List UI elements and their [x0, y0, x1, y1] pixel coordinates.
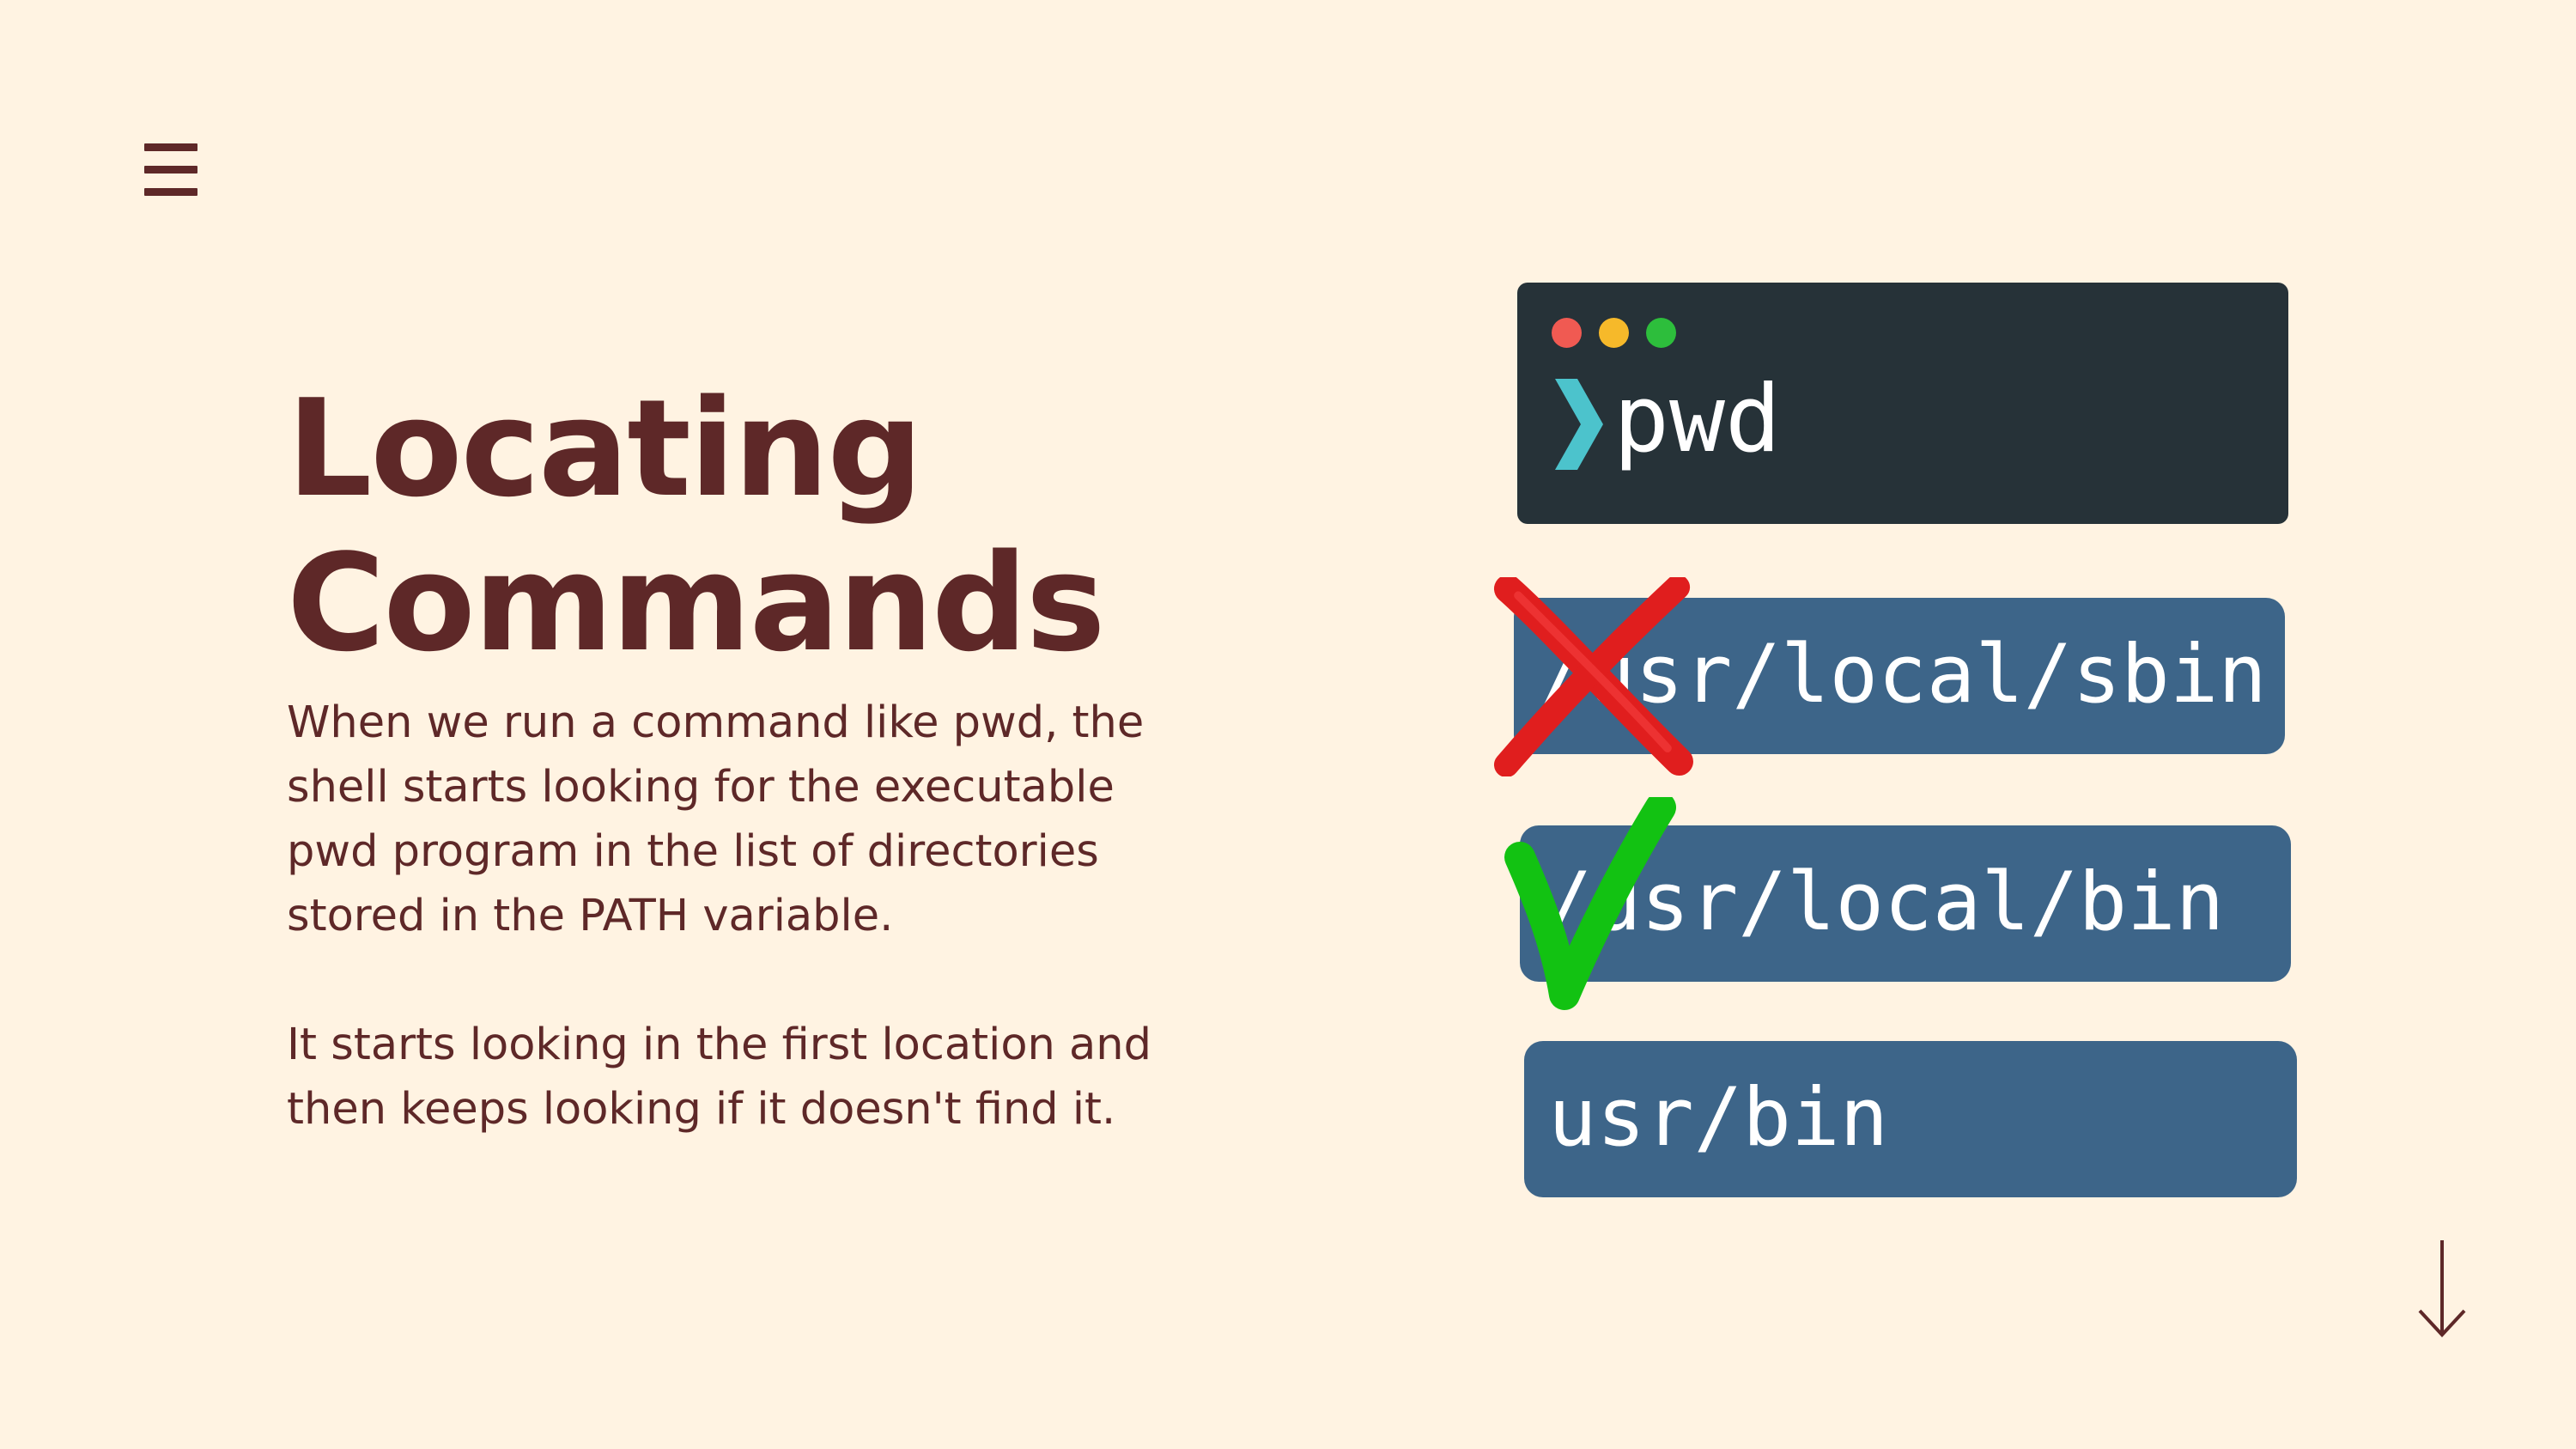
- window-minimize-dot-icon: [1599, 318, 1629, 348]
- body-paragraph-1: When we run a command like pwd, the shel…: [287, 697, 1145, 941]
- path-entry-usr-bin: usr/bin: [1524, 1041, 2297, 1197]
- slide-title: Locating Commands: [287, 370, 1106, 681]
- hamburger-menu-icon[interactable]: [144, 142, 197, 198]
- green-check-icon: [1504, 797, 1676, 1010]
- terminal-command: pwd: [1613, 366, 1782, 473]
- body-paragraph-2: It starts looking in the first location …: [287, 1020, 1152, 1135]
- slide-body-text: When we run a command like pwd, the shel…: [287, 691, 1197, 1142]
- window-close-dot-icon: [1552, 318, 1582, 348]
- path-entry-label: usr/bin: [1548, 1071, 1889, 1165]
- window-maximize-dot-icon: [1646, 318, 1676, 348]
- terminal-window: pwd: [1517, 283, 2288, 524]
- slide-title-line-2: Commands: [287, 525, 1106, 681]
- arrow-down-icon[interactable]: [2415, 1237, 2470, 1340]
- red-cross-icon: [1493, 577, 1693, 776]
- slide-title-line-1: Locating: [287, 370, 923, 527]
- chevron-right-icon: [1555, 379, 1603, 470]
